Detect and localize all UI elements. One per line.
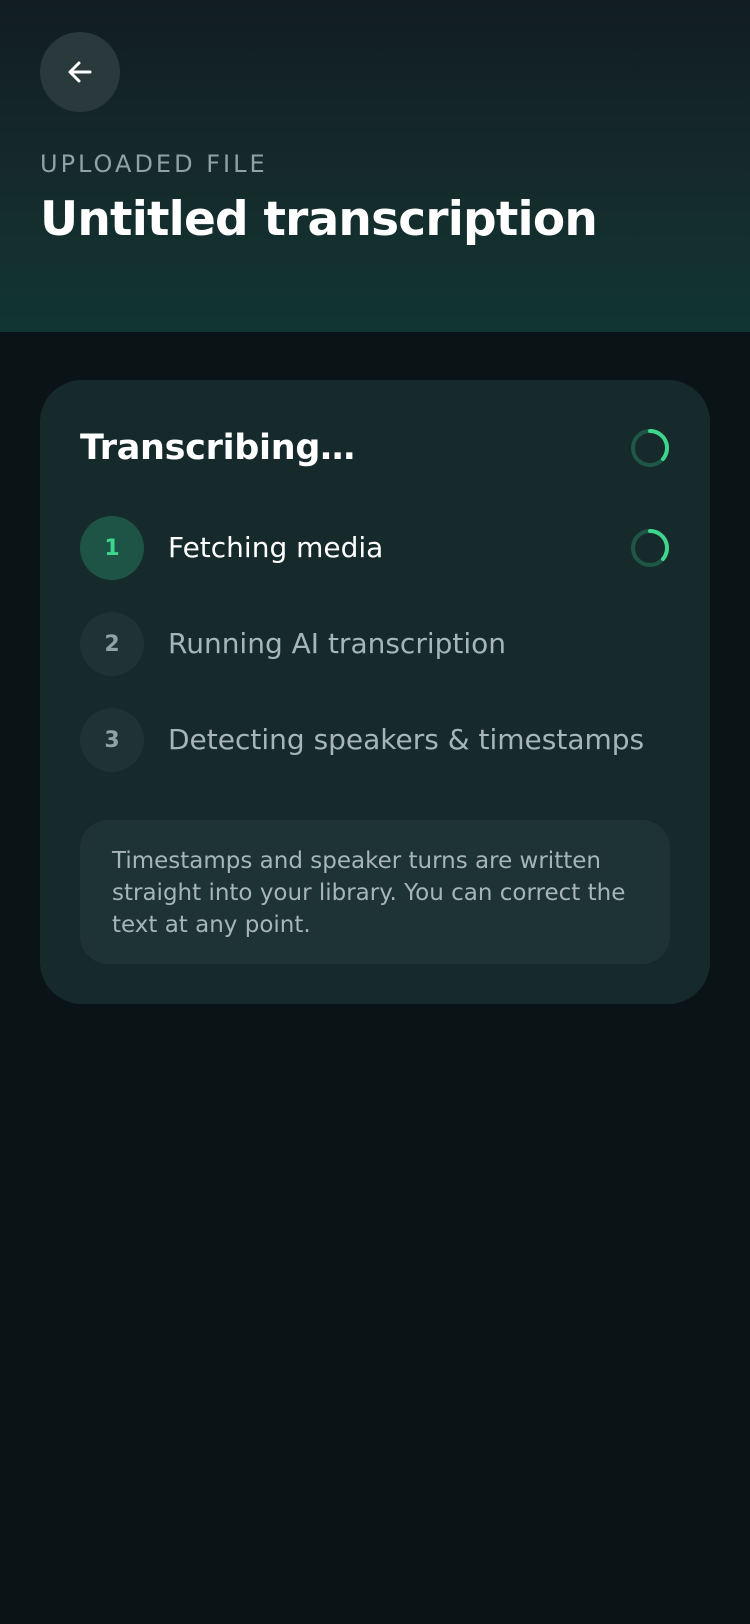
step-fetching-media: 1 Fetching media	[80, 516, 670, 580]
step-number-badge: 3	[80, 708, 144, 772]
step-label: Fetching media	[168, 531, 384, 564]
status-title: Transcribing…	[80, 428, 355, 468]
page-title: Untitled transcription	[40, 192, 598, 247]
step-label: Detecting speakers & timestamps	[168, 723, 645, 756]
header: UPLOADED FILE Untitled transcription	[0, 0, 750, 332]
step-running-ai-transcription: 2 Running AI transcription	[80, 612, 670, 676]
back-button[interactable]	[40, 32, 120, 112]
step-number-badge: 1	[80, 516, 144, 580]
arrow-left-icon	[68, 61, 92, 83]
transcription-status-card: Transcribing… 1 Fetching media 2 Running…	[40, 380, 710, 1004]
step-label: Running AI transcription	[168, 627, 507, 660]
info-note: Timestamps and speaker turns are written…	[80, 820, 670, 964]
loading-spinner-icon	[631, 528, 670, 567]
step-number-badge: 2	[80, 612, 144, 676]
source-label: UPLOADED FILE	[40, 150, 268, 178]
step-detecting-speakers: 3 Detecting speakers & timestamps	[80, 708, 670, 772]
loading-spinner-icon	[631, 428, 670, 467]
